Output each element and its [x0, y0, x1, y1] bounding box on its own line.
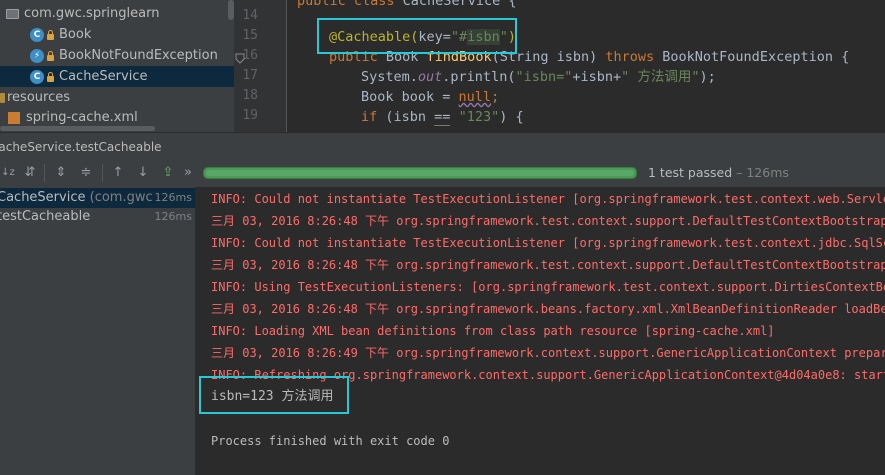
console-line: 三月 03, 2016 8:26:49 下午 org.springframewo… — [211, 346, 885, 360]
tree-item-package[interactable]: com.gwc.springlearn — [0, 3, 228, 24]
line-number: 19 — [242, 108, 258, 123]
lock-icon — [47, 71, 54, 82]
code-line-14: public class CacheService { — [297, 0, 517, 9]
tree-horizontal-scrollbar[interactable] — [0, 126, 155, 131]
test-node-time: 126ms — [154, 210, 192, 223]
test-node-name: CacheService — [0, 190, 86, 205]
test-progress-bar — [203, 167, 637, 179]
console-line: INFO: Could not instantiate TestExecutio… — [211, 192, 885, 206]
code-editor[interactable]: public class CacheService { @Cacheable(k… — [287, 0, 885, 132]
next-failed-icon[interactable]: ↓ — [135, 165, 151, 181]
test-status-time: 126ms — [746, 165, 789, 180]
test-status-text: 1 test passed – 126ms — [648, 165, 789, 180]
console-exit-line: Process finished with exit code 0 — [211, 434, 450, 448]
toolbar-separator — [44, 164, 45, 182]
test-node-cacheservice[interactable]: CacheService (com.gwc.sp 126ms — [0, 188, 195, 208]
collapse-all-icon[interactable]: ≑ — [78, 165, 94, 181]
console-line: 三月 03, 2016 8:26:48 下午 org.springframewo… — [211, 302, 885, 316]
expand-all-icon[interactable]: ⇕ — [53, 165, 69, 181]
tree-item-label: com.gwc.springlearn — [24, 6, 160, 21]
annotation-highlight-box — [317, 18, 517, 54]
console-output[interactable]: INFO: Could not instantiate TestExecutio… — [197, 187, 885, 475]
tree-item-label: CacheService — [59, 69, 148, 84]
code-line-17: System.out.println("isbn="+isbn+" 方法调用")… — [361, 69, 716, 85]
console-line: INFO: Using TestExecutionListeners: [org… — [211, 280, 885, 294]
tree-item-label: BookNotFoundException — [59, 48, 218, 63]
export-icon[interactable]: ⇪ — [160, 165, 176, 181]
test-node-testcacheable[interactable]: testCacheable 126ms — [0, 207, 195, 227]
package-folder-icon — [6, 8, 19, 19]
previous-failed-icon[interactable]: ↑ — [110, 165, 126, 181]
sort-alpha-icon[interactable]: ↓z — [0, 165, 16, 181]
tree-item-booknotfoundexception[interactable]: ⚡ BookNotFoundException — [0, 45, 234, 66]
test-results-tree: CacheService (com.gwc.sp 126ms testCache… — [0, 187, 195, 475]
lock-icon — [47, 29, 54, 40]
line-number: 15 — [242, 28, 258, 43]
xml-file-icon — [8, 111, 20, 124]
line-number: 18 — [242, 88, 258, 103]
console-line: 三月 03, 2016 8:26:48 下午 org.springframewo… — [211, 214, 885, 228]
sort-duration-icon[interactable]: ⇵ — [22, 165, 38, 181]
run-configuration-title: CacheService.testCacheable — [0, 140, 162, 154]
toolbar-separator — [102, 164, 103, 182]
code-line-19: if (isbn == "123") { — [361, 109, 524, 126]
console-line: INFO: Loading XML bean definitions from … — [211, 324, 775, 338]
project-tree: com.gwc.springlearn C Book ⚡ BookNotFoun… — [0, 0, 234, 132]
tree-item-label: resources — [7, 90, 71, 105]
code-line-18: Book book = null; — [361, 89, 500, 105]
tree-item-label: spring-cache.xml — [26, 110, 138, 125]
tree-item-resources[interactable]: resources — [0, 87, 222, 108]
console-line: 三月 03, 2016 8:26:48 下午 org.springframewo… — [211, 258, 885, 272]
fold-icon[interactable] — [234, 52, 246, 64]
console-line: INFO: Could not instantiate TestExecutio… — [211, 236, 885, 250]
test-progress-fill — [206, 170, 634, 176]
output-highlight-box — [199, 376, 349, 414]
run-panel-header: CacheService.testCacheable — [0, 132, 885, 160]
line-number: 17 — [242, 68, 258, 83]
resources-folder-icon — [0, 92, 5, 103]
test-status-label: 1 test passed — [648, 165, 733, 180]
lock-icon — [47, 50, 54, 61]
more-icon[interactable]: » — [180, 165, 196, 181]
tree-item-cacheservice[interactable]: C CacheService — [0, 66, 234, 87]
test-node-time: 126ms — [151, 188, 192, 208]
tree-item-book[interactable]: C Book — [0, 24, 234, 45]
class-icon: C — [30, 27, 44, 42]
test-node-name: testCacheable — [0, 209, 91, 224]
tree-item-label: Book — [59, 27, 92, 42]
class-icon: C — [30, 69, 44, 84]
line-number: 14 — [242, 8, 258, 23]
status-separator: – — [732, 165, 747, 180]
editor-gutter: 14 15 16 17 18 19 — [234, 0, 286, 132]
exception-class-icon: ⚡ — [30, 48, 44, 63]
